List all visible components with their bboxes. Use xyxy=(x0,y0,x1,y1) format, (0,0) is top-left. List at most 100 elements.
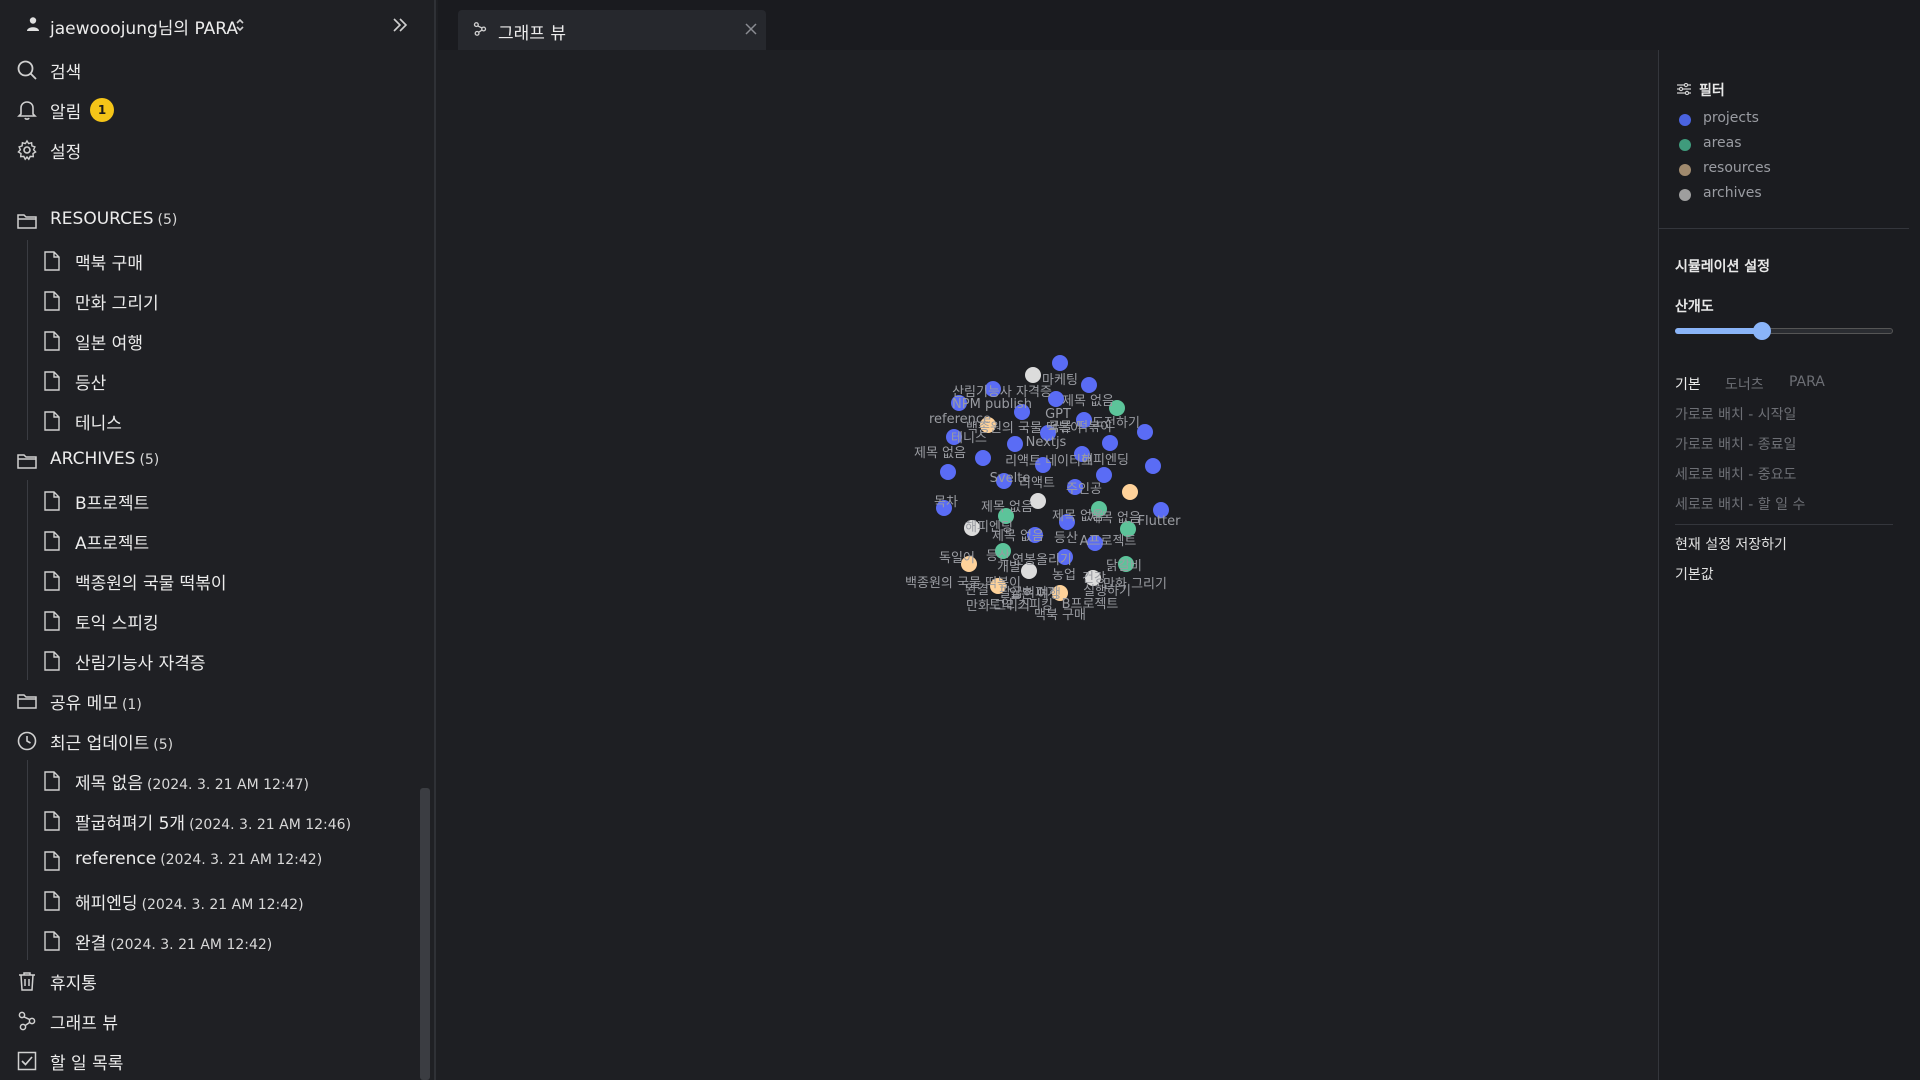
graph-node-label: 실행하기 xyxy=(1083,583,1131,599)
legend-projects[interactable]: projects xyxy=(1679,110,1879,130)
legend-label: areas xyxy=(1703,135,1742,151)
slider-knob[interactable] xyxy=(1753,322,1772,340)
nav-search-label: 검색 xyxy=(50,63,82,83)
legend-dot xyxy=(1679,164,1691,176)
nav-todo-label: 할 일 목록 xyxy=(50,1054,124,1074)
graph-node-label: 농업 xyxy=(1052,568,1076,583)
layout-horizontal-end[interactable]: 가로로 배치 - 종료일 xyxy=(1675,434,1796,454)
legend-archives[interactable]: archives xyxy=(1679,185,1879,205)
shared-title: 공유 메모 xyxy=(50,694,118,714)
archive-item[interactable]: A프로젝트 xyxy=(0,520,420,560)
archive-item[interactable]: 백종원의 국물 떡볶이 xyxy=(0,560,420,600)
graph-node[interactable] xyxy=(1081,377,1097,393)
graph-node[interactable] xyxy=(1007,436,1023,452)
section-recent[interactable]: 최근 업데이트 (5) xyxy=(0,720,420,760)
graph-node[interactable] xyxy=(940,464,956,480)
graph-node[interactable] xyxy=(1102,435,1118,451)
section-archives-label: ARCHIVES (5) xyxy=(50,449,159,469)
recent-item-label: 해피엔딩 (2024. 3. 21 AM 12:42) xyxy=(75,889,304,914)
legend-label: resources xyxy=(1703,160,1771,176)
nav-graph-view[interactable]: 그래프 뷰 xyxy=(0,1000,420,1040)
recent-item[interactable]: 완결 (2024. 3. 21 AM 12:42) xyxy=(0,920,420,960)
close-icon[interactable] xyxy=(744,22,758,36)
sidebar-scrollbar[interactable] xyxy=(420,788,430,1080)
graph-node[interactable] xyxy=(975,450,991,466)
resource-item[interactable]: 일본 여행 xyxy=(0,320,420,360)
layout-horizontal-start[interactable]: 가로로 배치 - 시작일 xyxy=(1675,404,1796,424)
layout-vertical-priority[interactable]: 세로로 배치 - 중요도 xyxy=(1675,464,1796,484)
reset-defaults-button[interactable]: 기본값 xyxy=(1675,564,1714,584)
graph-node-label: 제목 없음 xyxy=(992,529,1044,544)
resource-item[interactable]: 테니스 xyxy=(0,400,420,440)
mode-tab-para[interactable]: PARA xyxy=(1789,374,1825,390)
layout-vertical-todos[interactable]: 세로로 배치 - 할 일 수 xyxy=(1675,494,1805,514)
recent-item[interactable]: reference (2024. 3. 21 AM 12:42) xyxy=(0,840,420,880)
archive-item[interactable]: 산림기능사 자격증 xyxy=(0,640,420,680)
mode-tab-basic[interactable]: 기본 xyxy=(1675,374,1701,394)
resources-count: (5) xyxy=(157,212,178,228)
file-icon xyxy=(44,931,60,951)
legend-areas[interactable]: areas xyxy=(1679,135,1879,155)
graph-node-label: Flutter xyxy=(1138,514,1182,529)
recent-item-time: (2024. 3. 21 AM 12:42) xyxy=(160,852,323,868)
spread-slider[interactable] xyxy=(1675,322,1893,340)
recent-item-time: (2024. 3. 21 AM 12:42) xyxy=(110,937,273,953)
graph-node-label: NPM publish xyxy=(952,397,1032,412)
save-settings-button[interactable]: 현재 설정 저장하기 xyxy=(1675,534,1787,554)
resource-item-label: 일본 여행 xyxy=(75,334,143,354)
section-resources[interactable]: RESOURCES (5) xyxy=(0,200,420,240)
graph-node[interactable] xyxy=(1052,355,1068,371)
legend-resources[interactable]: resources xyxy=(1679,160,1879,180)
legend-dot xyxy=(1679,139,1691,151)
graph-canvas[interactable]: 마케팅 산림기능사 자격증 NPM publish 제목 없음 reference GPT… xyxy=(438,50,1658,1080)
recent-item-label: 팔굽혀펴기 5개 (2024. 3. 21 AM 12:46) xyxy=(75,809,351,834)
nav-settings[interactable]: 설정 xyxy=(0,129,420,169)
section-archives[interactable]: ARCHIVES (5) xyxy=(0,440,420,480)
section-shared[interactable]: 공유 메모 (1) xyxy=(0,680,420,720)
divider xyxy=(1659,228,1909,229)
graph-node-label: 등산 xyxy=(1054,531,1078,546)
graph-node[interactable] xyxy=(1025,367,1041,383)
recent-item-label: 완결 (2024. 3. 21 AM 12:42) xyxy=(75,929,272,954)
clock-icon xyxy=(17,731,37,751)
nav-search[interactable]: 검색 xyxy=(0,49,420,89)
file-icon xyxy=(44,851,60,871)
archives-title: ARCHIVES xyxy=(50,449,136,469)
workspace-header[interactable]: jaewooojung님의 PARA xyxy=(0,0,434,50)
graph-node[interactable] xyxy=(1145,458,1161,474)
graph-node-label: 닭갈비 xyxy=(1106,559,1142,574)
tab-graph-view[interactable]: 그래프 뷰 xyxy=(458,10,766,50)
file-icon xyxy=(44,771,60,791)
file-icon xyxy=(44,531,60,551)
graph-svg[interactable]: 마케팅산림기능사 자격증NPM publish 제목 없음reference GPT… xyxy=(438,50,1658,1080)
graph-node[interactable] xyxy=(1122,484,1138,500)
graph-node-label: 독일어 xyxy=(939,551,975,566)
archives-count: (5) xyxy=(139,452,160,468)
checkbox-icon xyxy=(17,1051,37,1071)
archive-item[interactable]: 토익 스피킹 xyxy=(0,600,420,640)
graph-icon xyxy=(18,1011,36,1031)
file-icon xyxy=(44,411,60,431)
trash-icon xyxy=(19,972,35,991)
recent-item[interactable]: 팔굽혀펴기 5개 (2024. 3. 21 AM 12:46) xyxy=(0,800,420,840)
nav-todo[interactable]: 할 일 목록 xyxy=(0,1040,420,1080)
graph-node-label: 목차 xyxy=(934,495,958,510)
section-resources-label: RESOURCES (5) xyxy=(50,209,177,229)
graph-node-label: A프로젝트 xyxy=(1080,534,1137,549)
spread-label: 산개도 xyxy=(1675,299,1714,315)
resource-item[interactable]: 맥북 구매 xyxy=(0,240,420,280)
search-icon xyxy=(17,60,37,80)
resource-item[interactable]: 만화 그리기 xyxy=(0,280,420,320)
collapse-sidebar-icon[interactable] xyxy=(390,15,410,35)
resource-item[interactable]: 등산 xyxy=(0,360,420,400)
recent-item[interactable]: 제목 없음 (2024. 3. 21 AM 12:47) xyxy=(0,760,420,800)
recent-item[interactable]: 해피엔딩 (2024. 3. 21 AM 12:42) xyxy=(0,880,420,920)
gear-icon xyxy=(17,139,37,161)
nav-alerts[interactable]: 알림 1 xyxy=(0,89,420,129)
nav-trash[interactable]: 휴지통 xyxy=(0,960,420,1000)
nav-settings-label: 설정 xyxy=(50,143,82,163)
graph-node-label: 완결 xyxy=(965,583,989,598)
archive-item[interactable]: B프로젝트 xyxy=(0,480,420,520)
graph-node[interactable] xyxy=(1096,467,1112,483)
mode-tab-donut[interactable]: 도너츠 xyxy=(1725,374,1764,394)
